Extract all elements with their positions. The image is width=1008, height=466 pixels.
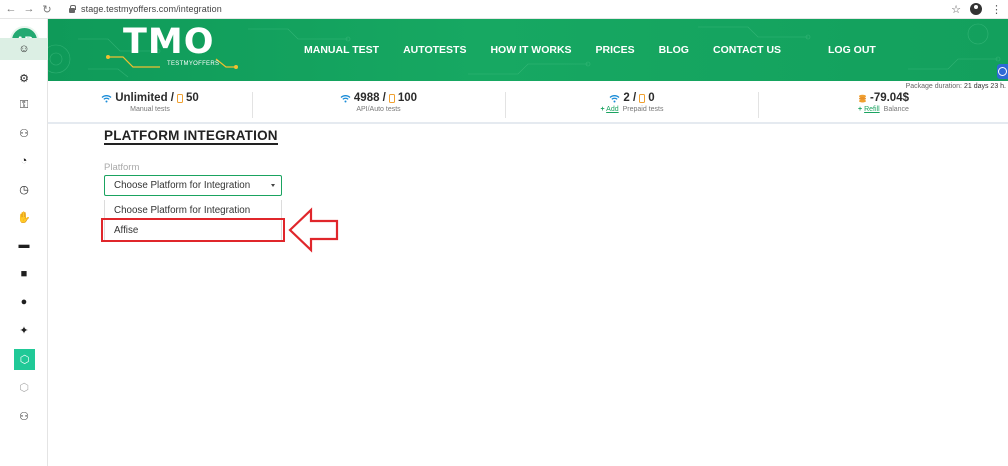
title-underline <box>104 143 278 145</box>
refill-link[interactable]: Refill <box>864 106 880 113</box>
platform-select-value: Choose Platform for Integration <box>114 180 251 191</box>
phone-icon <box>639 93 646 103</box>
prepaid-wifi-value: 2 / <box>623 92 637 104</box>
menu-item-prices[interactable]: PRICES <box>596 44 635 56</box>
sidebar-lock-icon[interactable]: ■ <box>13 263 35 285</box>
site-header: TMO TESTMYOFFERS MANUAL TEST AUTOTESTS H… <box>48 19 1008 81</box>
annotation-arrow-left-icon <box>288 207 339 253</box>
manual-tests-label: Manual tests <box>130 106 170 113</box>
api-tests-label: API/Auto tests <box>356 106 401 113</box>
back-arrow-icon[interactable]: ← <box>4 2 18 16</box>
plus-icon: + <box>600 106 605 113</box>
sidebar-handshake-icon[interactable]: ⚇ <box>13 405 35 427</box>
more-menu-icon[interactable]: ⋮ <box>991 3 1002 16</box>
menu-item-blog[interactable]: BLOG <box>659 44 689 56</box>
sidebar-key-icon[interactable]: ⚿ <box>13 94 35 116</box>
menu-item-contact-us[interactable]: CONTACT US <box>713 44 781 56</box>
sidebar: AB ☺⚙⚿⚇◔◷✋▬■●✦⬡⬡⚇ <box>0 19 48 466</box>
api-wifi-value: 4988 / <box>353 92 386 104</box>
logo-subtitle: TESTMYOFFERS <box>167 61 220 67</box>
platform-label: Platform <box>104 162 140 173</box>
sidebar-gears-icon[interactable]: ⚙ <box>13 67 35 89</box>
stat-api-tests: 4988 / 100 API/Auto tests <box>253 86 504 122</box>
manual-phone-value: 50 <box>185 92 199 104</box>
sidebar-link-icon[interactable]: ✦ <box>13 319 35 341</box>
wifi-icon <box>340 94 351 103</box>
menu-item-manual-test[interactable]: MANUAL TEST <box>304 44 379 56</box>
wifi-icon <box>101 94 112 103</box>
balance-label: Balance <box>883 106 909 113</box>
stat-balance: -79.04$ + Refill Balance <box>759 86 1008 122</box>
balance-value: -79.04$ <box>869 92 909 104</box>
annotation-highlight-box <box>101 218 285 242</box>
sidebar-hexagon-icon[interactable]: ⬡ <box>13 376 35 398</box>
stats-bar: Package duration: 21 days 23 h. Unlimite… <box>48 83 1008 124</box>
sidebar-integration-icon[interactable]: ⬡ <box>14 349 35 370</box>
prepaid-tests-label: Prepaid tests <box>622 106 664 113</box>
sidebar-pie-chart-icon[interactable]: ◔ <box>13 150 35 172</box>
page-title: PLATFORM INTEGRATION <box>104 128 278 143</box>
sidebar-chat-icon[interactable]: ● <box>13 291 35 313</box>
stat-prepaid-tests: 2 / 0 + Add Prepaid tests <box>506 86 758 122</box>
sidebar-clock-icon[interactable]: ◷ <box>13 178 35 200</box>
sidebar-user-icon[interactable]: ☺ <box>0 38 48 60</box>
main-menu: MANUAL TEST AUTOTESTS HOW IT WORKS PRICE… <box>304 44 805 56</box>
forward-arrow-icon[interactable]: → <box>22 2 36 16</box>
plus-icon: + <box>858 106 863 113</box>
logo[interactable]: TMO <box>123 24 214 60</box>
add-tests-link[interactable]: Add <box>606 106 618 113</box>
manual-wifi-value: Unlimited / <box>115 92 174 104</box>
caret-down-icon <box>271 184 275 187</box>
sidebar-users-icon[interactable]: ⚇ <box>13 122 35 144</box>
teamviewer-icon[interactable] <box>997 64 1008 79</box>
option-choose-platform[interactable]: Choose Platform for Integration <box>105 200 283 220</box>
sidebar-credit-card-icon[interactable]: ▬ <box>13 234 35 256</box>
stat-manual-tests: Unlimited / 50 Manual tests <box>48 86 252 122</box>
sidebar-hand-coin-icon[interactable]: ✋ <box>13 206 35 228</box>
profile-icon[interactable] <box>970 3 982 15</box>
wifi-icon <box>609 94 620 103</box>
phone-icon <box>388 93 395 103</box>
reload-icon[interactable]: ↻ <box>40 2 54 16</box>
coins-icon <box>858 94 867 103</box>
phone-icon <box>176 93 183 103</box>
url-text: stage.testmyoffers.com/integration <box>81 4 222 14</box>
menu-item-how-it-works[interactable]: HOW IT WORKS <box>490 44 571 56</box>
lock-icon <box>68 5 76 13</box>
prepaid-phone-value: 0 <box>648 92 655 104</box>
logout-button[interactable]: LOG OUT <box>828 44 876 56</box>
address-bar[interactable]: stage.testmyoffers.com/integration <box>68 2 222 17</box>
menu-item-autotests[interactable]: AUTOTESTS <box>403 44 466 56</box>
api-phone-value: 100 <box>397 92 418 104</box>
star-icon[interactable]: ☆ <box>951 3 961 16</box>
browser-toolbar: ← → ↻ stage.testmyoffers.com/integration… <box>0 0 1008 19</box>
platform-select[interactable]: Choose Platform for Integration <box>104 175 282 196</box>
